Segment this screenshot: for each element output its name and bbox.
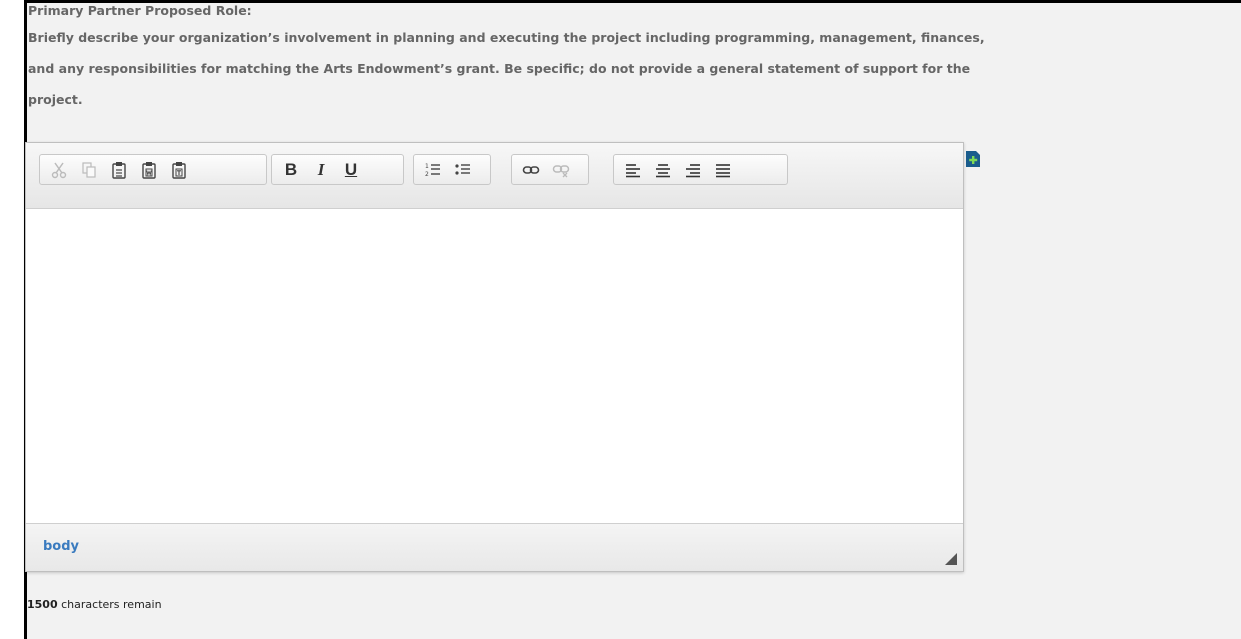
bulleted-list-button[interactable] (448, 156, 478, 183)
bulleted-list-icon (455, 163, 470, 175)
numbered-list-button[interactable]: 1 2 (418, 156, 448, 183)
paste-from-word-icon (142, 161, 156, 179)
editor-statusbar: body (26, 523, 963, 571)
copy-button[interactable] (74, 156, 104, 183)
list-group: 1 2 (413, 154, 491, 185)
editor-toolbar: B I U 1 2 (26, 143, 963, 209)
element-path-body[interactable]: body (43, 539, 79, 554)
align-center-icon (656, 163, 670, 177)
bold-icon: B (284, 159, 298, 179)
underline-button[interactable]: U (336, 156, 366, 183)
align-center-button[interactable] (648, 156, 678, 183)
resize-handle-icon[interactable] (945, 553, 957, 565)
character-count: 1500 (27, 598, 58, 611)
basic-style-group: B I U (271, 154, 404, 185)
clipboard-group (39, 154, 267, 185)
align-right-icon (686, 163, 700, 177)
italic-button[interactable]: I (306, 156, 336, 183)
svg-text:1: 1 (425, 163, 429, 170)
italic-icon: I (317, 159, 325, 179)
field-description-line: and any responsibilities for matching th… (28, 61, 971, 76)
paste-from-word-button[interactable] (134, 156, 164, 183)
copy-icon (82, 161, 96, 178)
numbered-list-icon: 1 2 (425, 163, 440, 178)
unlink-icon (552, 164, 570, 177)
paste-icon (112, 161, 126, 179)
link-group (511, 154, 589, 185)
align-right-button[interactable] (678, 156, 708, 183)
paste-button[interactable] (104, 156, 134, 183)
field-description-line: Briefly describe your organization’s inv… (28, 30, 985, 45)
underline-icon: U (344, 159, 358, 179)
unlink-button[interactable] (546, 156, 576, 183)
align-left-icon (626, 163, 640, 177)
character-counter-label: characters remain (57, 598, 162, 611)
field-description: Briefly describe your organization’s inv… (28, 22, 1218, 115)
paste-as-text-icon (172, 161, 186, 179)
character-counter: 1500 characters remain (27, 598, 162, 611)
add-document-icon[interactable] (966, 151, 980, 167)
justify-icon (716, 163, 730, 177)
link-icon (522, 165, 540, 174)
svg-text:2: 2 (425, 171, 429, 178)
rich-text-editor: B I U 1 2 body (25, 142, 964, 572)
justify-button[interactable] (708, 156, 738, 183)
field-title: Primary Partner Proposed Role: (28, 3, 252, 18)
align-group (613, 154, 788, 185)
link-button[interactable] (516, 156, 546, 183)
cut-icon (51, 162, 67, 178)
align-left-button[interactable] (618, 156, 648, 183)
paste-as-text-button[interactable] (164, 156, 194, 183)
cut-button[interactable] (44, 156, 74, 183)
bold-button[interactable]: B (276, 156, 306, 183)
editor-content-area[interactable] (26, 210, 963, 523)
field-description-line: project. (28, 92, 83, 107)
